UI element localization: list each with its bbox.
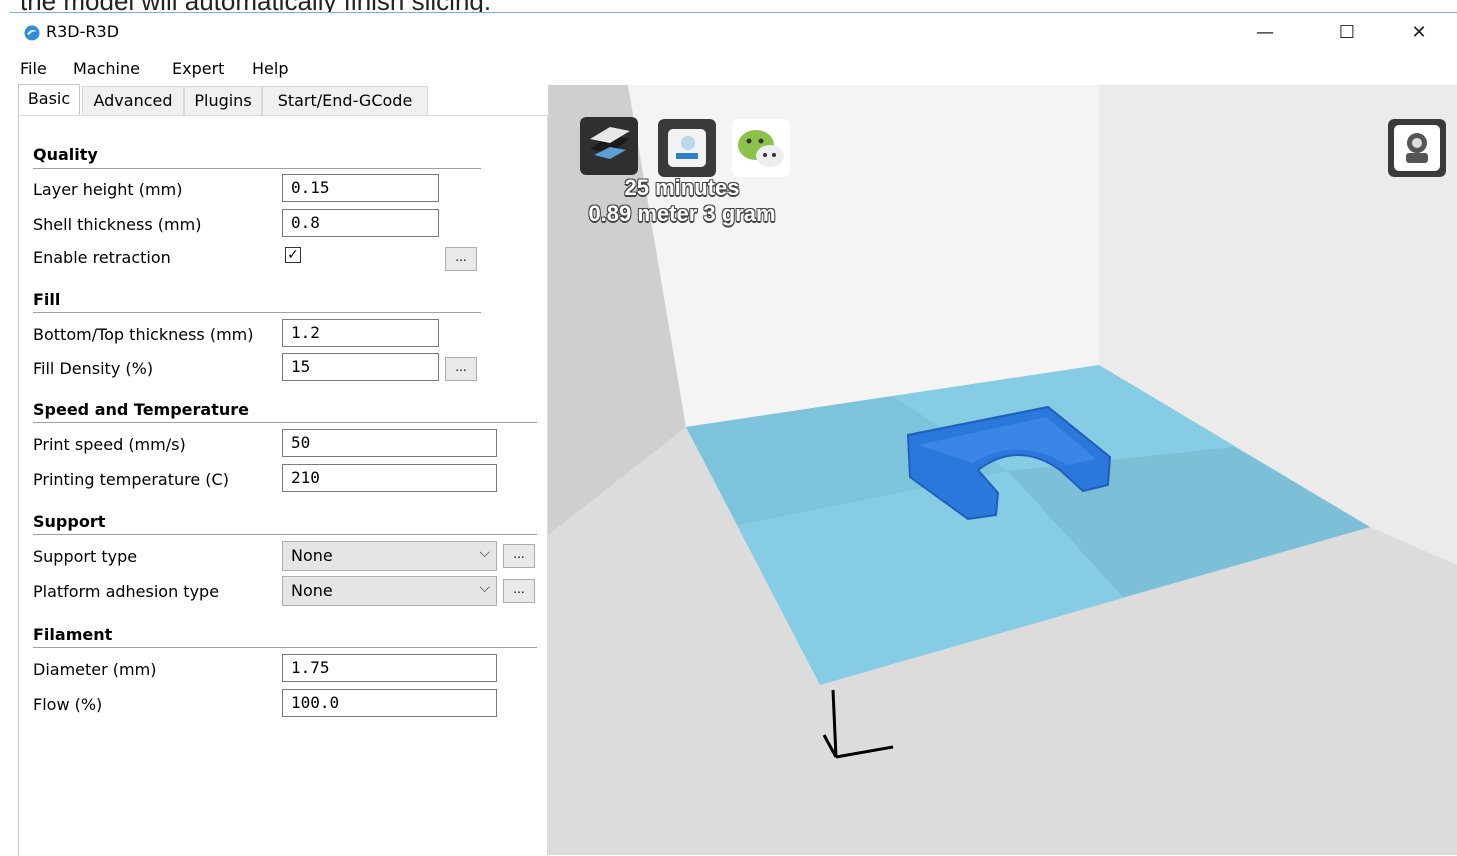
app-logo-icon [24, 25, 40, 41]
diameter-label: Diameter (mm) [33, 660, 157, 679]
save-to-sd-icon[interactable] [658, 119, 716, 177]
menu-expert[interactable]: Expert [172, 59, 224, 78]
menu-file[interactable]: File [20, 59, 47, 78]
fill-settings-button[interactable]: ... [445, 357, 477, 381]
tab-plugins[interactable]: Plugins [184, 86, 262, 115]
view-mode-icon[interactable] [1388, 119, 1446, 177]
basic-tab-page: Quality Layer height (mm) 0.15 Shell thi… [18, 115, 548, 856]
section-divider [33, 534, 537, 535]
bottom-top-thickness-input[interactable]: 1.2 [282, 319, 439, 347]
load-icon[interactable] [580, 117, 638, 175]
support-type-label: Support type [33, 547, 138, 566]
minimize-button[interactable]: — [1242, 17, 1288, 47]
section-speed-title: Speed and Temperature [33, 400, 249, 419]
shell-thickness-label: Shell thickness (mm) [33, 215, 202, 234]
window-title: R3D-R3D [46, 22, 120, 41]
print-temperature-input[interactable]: 210 [282, 464, 497, 492]
enable-retraction-label: Enable retraction [33, 248, 171, 267]
section-divider [33, 422, 537, 423]
layer-height-label: Layer height (mm) [33, 180, 183, 199]
diameter-input[interactable]: 1.75 [282, 654, 497, 682]
app-window: R3D-R3D — ☐ ✕ File Machine Expert Help B… [10, 12, 1457, 856]
shell-thickness-input[interactable]: 0.8 [282, 209, 439, 237]
print-time: 25 minutes [624, 175, 740, 200]
section-divider [33, 312, 481, 313]
bottom-top-thickness-label: Bottom/Top thickness (mm) [33, 325, 254, 344]
print-stats: 25 minutes 0.89 meter 3 gram [562, 175, 802, 227]
support-type-value: None [291, 546, 333, 565]
menu-machine[interactable]: Machine [73, 59, 140, 78]
tab-advanced[interactable]: Advanced [82, 86, 184, 115]
tab-start-end-gcode[interactable]: Start/End-GCode [262, 86, 428, 115]
adhesion-settings-button[interactable]: ... [503, 579, 535, 603]
flow-input[interactable]: 100.0 [282, 689, 497, 717]
wechat-icon[interactable] [732, 119, 790, 177]
adhesion-type-label: Platform adhesion type [33, 582, 220, 601]
3d-viewport[interactable]: 25 minutes 0.89 meter 3 gram [548, 85, 1457, 855]
material-usage: 0.89 meter 3 gram [588, 201, 776, 226]
retraction-settings-button[interactable]: ... [445, 247, 477, 271]
maximize-button[interactable]: ☐ [1324, 17, 1370, 47]
print-temperature-label: Printing temperature (C) [33, 470, 229, 489]
enable-retraction-checkbox[interactable]: ✓ [285, 247, 301, 263]
close-button[interactable]: ✕ [1396, 17, 1442, 47]
print-speed-label: Print speed (mm/s) [33, 435, 186, 454]
axis-indicator [822, 689, 894, 759]
section-divider [33, 647, 537, 648]
section-support-title: Support [33, 512, 106, 531]
print-speed-input[interactable]: 50 [282, 429, 497, 457]
adhesion-type-value: None [291, 581, 333, 600]
section-fill-title: Fill [33, 290, 61, 309]
fill-density-label: Fill Density (%) [33, 359, 154, 378]
adhesion-type-select[interactable]: None ⌵ [282, 576, 497, 606]
menu-bar: File Machine Expert Help [10, 55, 1457, 81]
tab-basic[interactable]: Basic [18, 84, 80, 116]
support-settings-button[interactable]: ... [503, 544, 535, 568]
section-divider [33, 168, 481, 169]
chevron-down-icon: ⌵ [479, 545, 490, 561]
flow-label: Flow (%) [33, 695, 103, 714]
menu-help[interactable]: Help [252, 59, 288, 78]
section-filament-title: Filament [33, 625, 113, 644]
title-bar[interactable]: R3D-R3D — ☐ ✕ [10, 13, 1457, 51]
settings-panel: Basic Advanced Plugins Start/End-GCode Q… [10, 84, 548, 856]
chevron-down-icon: ⌵ [479, 580, 490, 596]
layer-height-input[interactable]: 0.15 [282, 174, 439, 202]
support-type-select[interactable]: None ⌵ [282, 541, 497, 571]
section-quality-title: Quality [33, 145, 98, 164]
fill-density-input[interactable]: 15 [282, 353, 439, 381]
